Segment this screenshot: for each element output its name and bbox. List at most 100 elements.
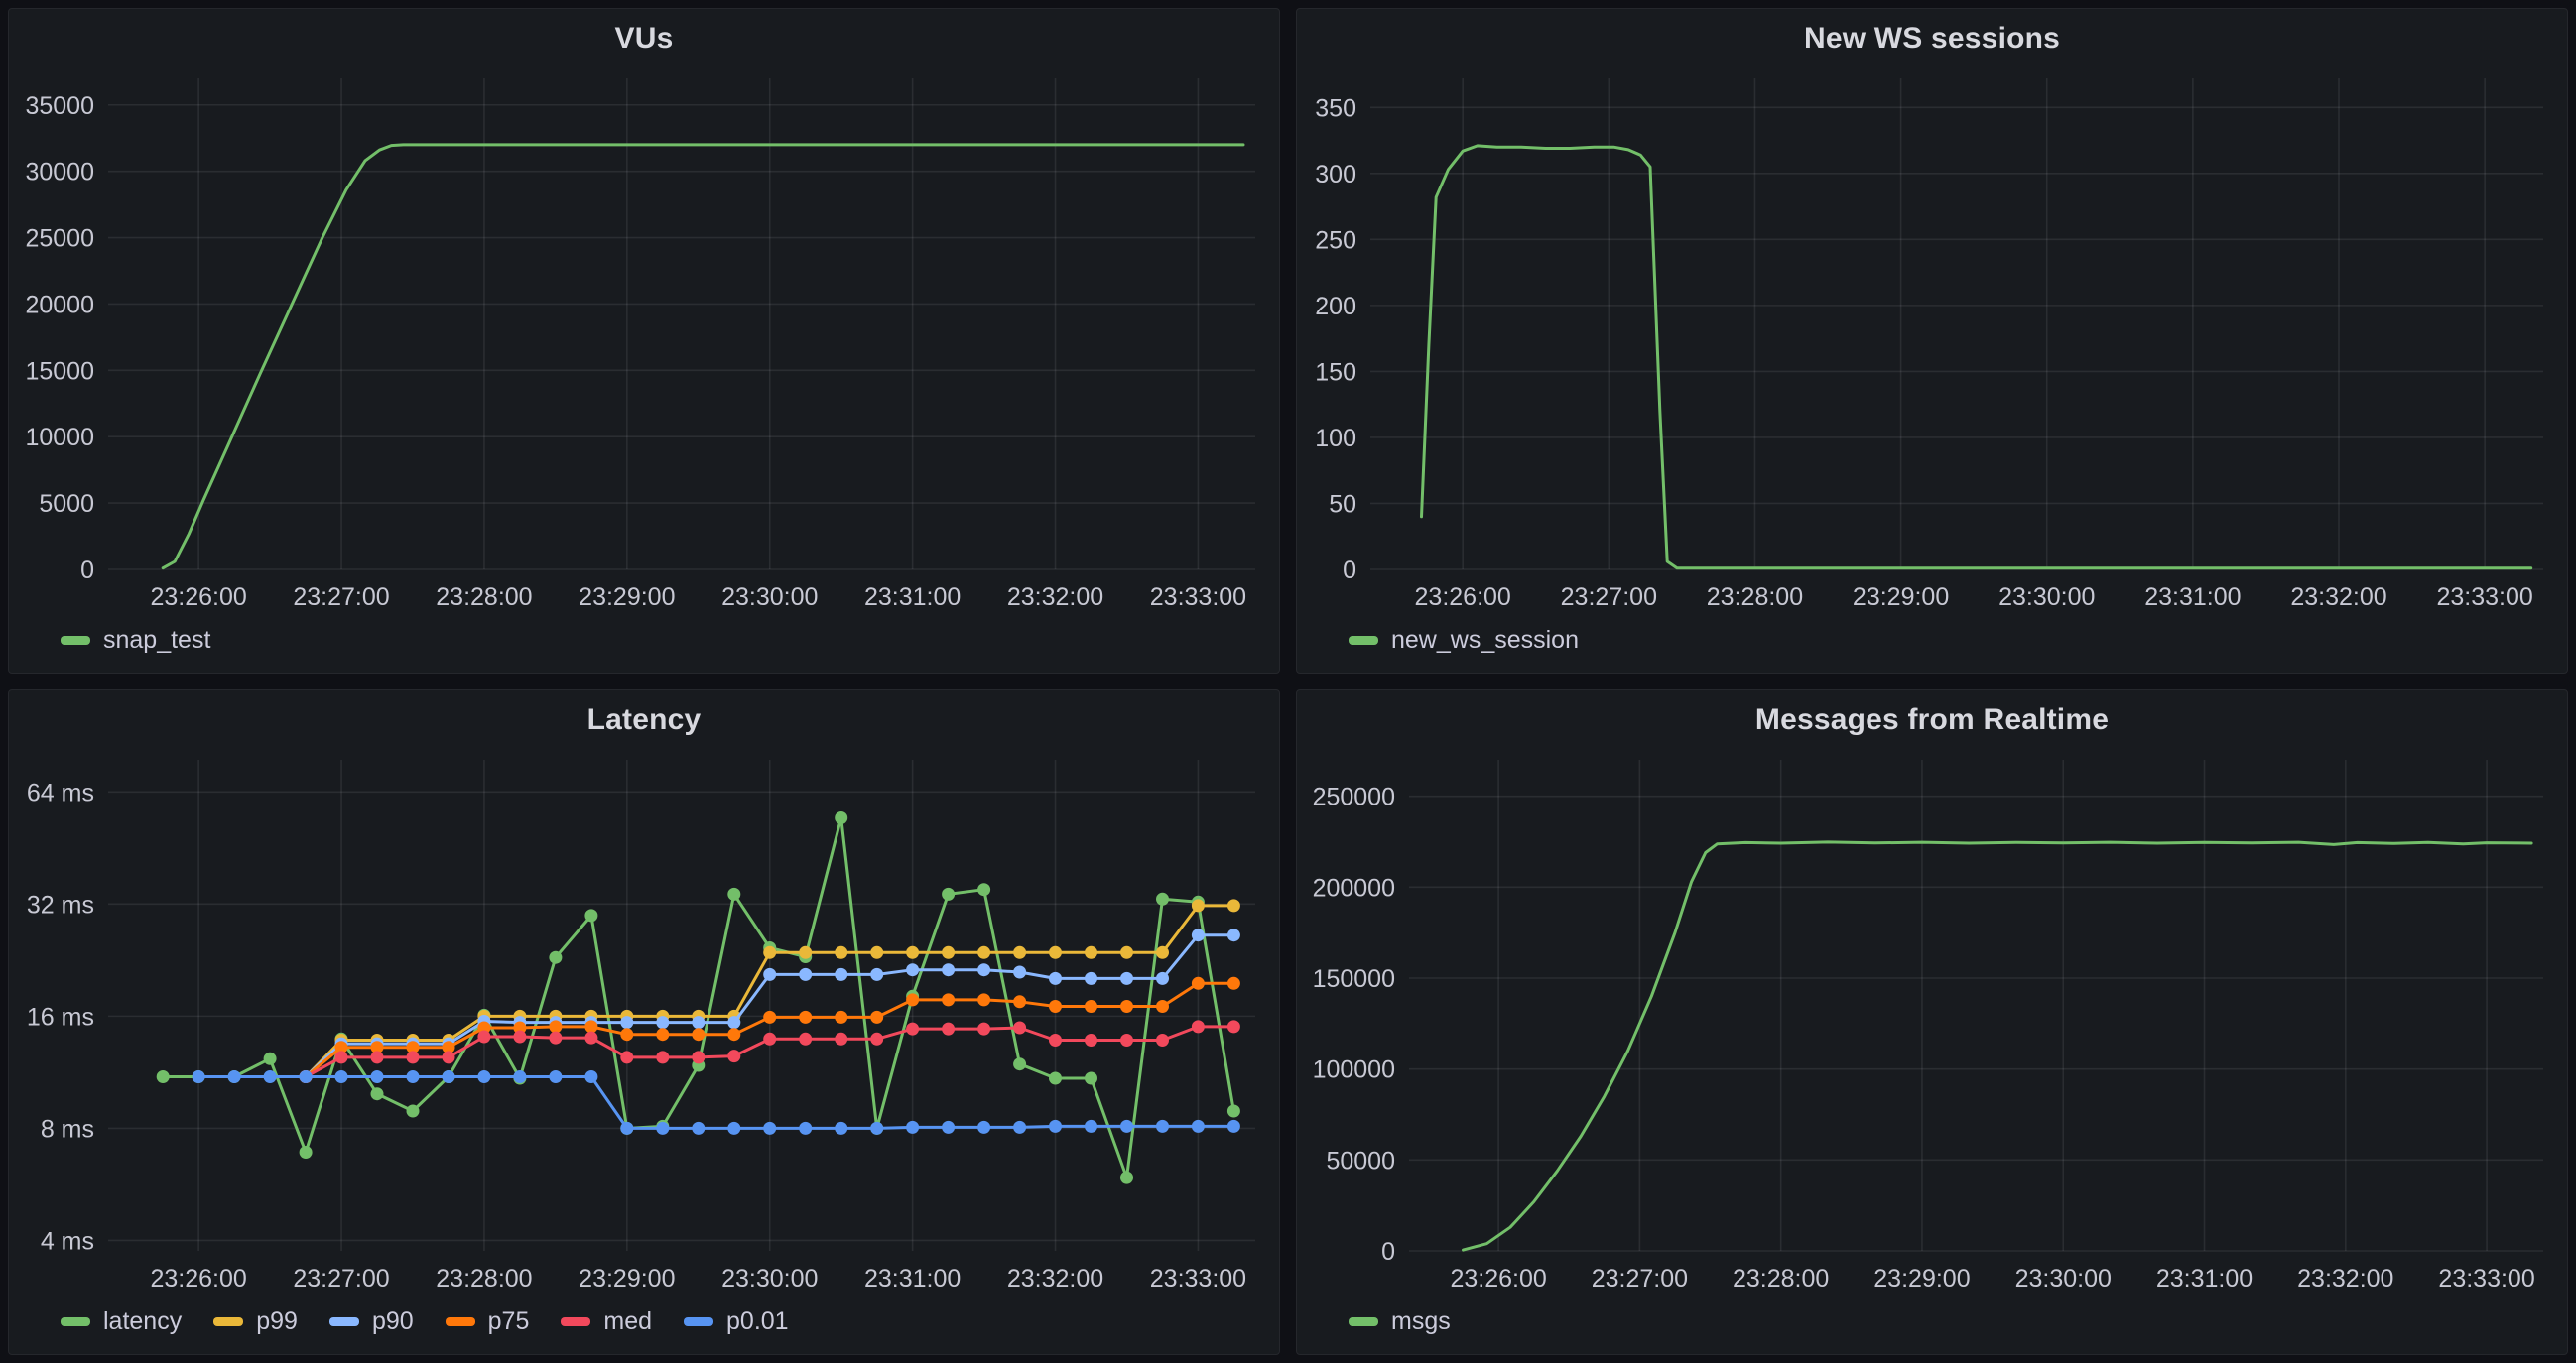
x-tick-label: 23:29:00 [1853, 583, 1949, 611]
grafana-dashboard: VUs 23:26:00 23:27:00 23:28:00 23:29:00 23:3… [0, 0, 2576, 1363]
x-tick-label: 23:28:00 [436, 583, 532, 611]
panel-new-ws-sessions: New WS sessions 23:26:00 23:27:00 23:28:00… [1296, 8, 2568, 674]
y-tick-label: 20000 [25, 291, 94, 318]
x-tick-label: 23:29:00 [1873, 1265, 1970, 1293]
legend-label: msgs [1391, 1307, 1451, 1336]
new-ws-sessions-plot-area[interactable]: 23:26:00 23:27:00 23:28:00 23:29:00 23:30:00… [1297, 62, 2567, 615]
x-tick-label: 23:33:00 [1150, 1265, 1246, 1293]
y-tick-label: 250 [1315, 226, 1356, 254]
legend-label: p0.01 [726, 1307, 789, 1336]
legend-swatch [61, 636, 90, 645]
x-tick-label: 23:28:00 [436, 1265, 532, 1293]
y-tick-label: 35000 [25, 92, 94, 120]
x-tick-label: 23:32:00 [1007, 583, 1103, 611]
vus-plot-area[interactable]: 23:26:0023:27:0023:28:0023:29:0023:30:00… [9, 62, 1279, 615]
vus-legend: snap_test [9, 615, 1279, 673]
legend-item-p0.01[interactable]: p0.01 [684, 1307, 789, 1336]
y-tick-label: 4 ms [41, 1227, 94, 1255]
y-tick-label: 25000 [25, 225, 94, 253]
y-tick-label: 5000 [39, 490, 94, 518]
x-tick-label: 23:31:00 [864, 1265, 961, 1293]
x-tick-label: 23:26:00 [1450, 1265, 1546, 1293]
legend-item-latency[interactable]: latency [61, 1307, 182, 1336]
legend-item-p99[interactable]: p99 [213, 1307, 298, 1336]
legend-swatch [684, 1317, 713, 1326]
legend-label: latency [103, 1307, 182, 1336]
latency-plot-area[interactable]: 23:26:0023:27:0023:28:0023:29:0023:30:00… [9, 744, 1279, 1297]
y-tick-label: 50 [1329, 490, 1356, 518]
x-tick-label: 23:27:00 [1561, 583, 1657, 611]
legend-item-snap_test[interactable]: snap_test [61, 626, 210, 655]
chart-canvas: 23:26:00 23:27:00 23:28:00 23:29:00 23:30:00… [1297, 744, 2567, 1297]
legend-label: new_ws_session [1391, 626, 1579, 655]
x-tick-label: 23:33:00 [2438, 1265, 2534, 1293]
legend-item-p90[interactable]: p90 [329, 1307, 414, 1336]
y-tick-label: 0 [1381, 1238, 1395, 1266]
x-tick-label: 23:29:00 [579, 1265, 675, 1293]
y-tick-label: 100000 [1313, 1056, 1395, 1084]
y-tick-label: 100 [1315, 425, 1356, 452]
y-tick-label: 300 [1315, 161, 1356, 188]
y-tick-label: 0 [80, 557, 94, 584]
panel-title-new-ws-sessions[interactable]: New WS sessions [1297, 9, 2567, 62]
series-line-new_ws_session [1422, 146, 2531, 568]
y-tick-label: 150000 [1313, 965, 1395, 993]
y-tick-label: 150 [1315, 358, 1356, 386]
messages-from-realtime-plot-area[interactable]: 23:26:00 23:27:00 23:28:00 23:29:00 23:30:00… [1297, 744, 2567, 1297]
x-tick-label: 23:33:00 [1150, 583, 1246, 611]
y-tick-label: 10000 [25, 424, 94, 451]
panel-title-vus[interactable]: VUs [9, 9, 1279, 62]
y-tick-label: 50000 [1326, 1147, 1395, 1175]
x-tick-label: 23:26:00 [150, 1265, 246, 1293]
chart-canvas: 23:26:0023:27:0023:28:0023:29:0023:30:00… [9, 744, 1279, 1297]
x-tick-label: 23:26:00 [1415, 583, 1511, 611]
x-tick-label: 23:28:00 [1707, 583, 1803, 611]
panel-latency: Latency 23:26:00 23:27:00 23:28:00 23:29:00… [8, 689, 1280, 1355]
x-tick-label: 23:29:00 [579, 583, 675, 611]
legend-swatch [1349, 1317, 1378, 1326]
legend-label: med [603, 1307, 652, 1336]
y-tick-label: 200000 [1313, 874, 1395, 902]
legend-label: p75 [488, 1307, 530, 1336]
y-tick-label: 8 ms [41, 1115, 94, 1143]
panel-vus: VUs 23:26:0023:27:0023:28:0023:29:0023:3… [8, 8, 1280, 674]
y-tick-label: 350 [1315, 94, 1356, 122]
legend-swatch [561, 1317, 590, 1326]
legend-label: p90 [372, 1307, 414, 1336]
x-tick-label: 23:31:00 [864, 583, 961, 611]
panel-title-messages-from-realtime[interactable]: Messages from Realtime [1297, 690, 2567, 744]
panel-title-latency[interactable]: Latency [9, 690, 1279, 744]
x-tick-label: 23:27:00 [293, 1265, 389, 1293]
x-tick-label: 23:32:00 [2297, 1265, 2393, 1293]
legend-swatch [1349, 636, 1378, 645]
messages-from-realtime-legend: msgs [1297, 1297, 2567, 1354]
legend-swatch [213, 1317, 243, 1326]
x-tick-label: 23:33:00 [2436, 583, 2532, 611]
x-tick-label: 23:27:00 [293, 583, 389, 611]
x-tick-label: 23:27:00 [1592, 1265, 1688, 1293]
y-tick-label: 64 ms [27, 779, 94, 806]
series-line-snap_test [163, 145, 1243, 568]
legend-label: p99 [256, 1307, 298, 1336]
y-tick-label: 32 ms [27, 891, 94, 919]
x-tick-label: 23:30:00 [2015, 1265, 2112, 1293]
x-tick-label: 23:28:00 [1733, 1265, 1829, 1293]
legend-swatch [61, 1317, 90, 1326]
legend-item-med[interactable]: med [561, 1307, 652, 1336]
x-tick-label: 23:30:00 [1998, 583, 2095, 611]
x-tick-label: 23:31:00 [2156, 1265, 2253, 1293]
chart-canvas: 23:26:0023:27:0023:28:0023:29:0023:30:00… [9, 62, 1279, 615]
y-tick-label: 16 ms [27, 1003, 94, 1031]
x-tick-label: 23:32:00 [1007, 1265, 1103, 1293]
panel-messages-from-realtime: Messages from Realtime 23:26:0023:27:002… [1296, 689, 2568, 1355]
x-tick-label: 23:32:00 [2290, 583, 2386, 611]
legend-label: snap_test [103, 626, 210, 655]
legend-item-msgs[interactable]: msgs [1349, 1307, 1451, 1336]
y-tick-label: 250000 [1313, 784, 1395, 811]
legend-item-new_ws_session[interactable]: new_ws_session [1349, 626, 1579, 655]
y-tick-label: 0 [1343, 557, 1356, 584]
y-tick-label: 200 [1315, 293, 1356, 320]
latency-legend: latency p99 p90 p75 med p0.01 [9, 1297, 1279, 1354]
y-tick-label: 30000 [25, 159, 94, 186]
legend-item-p75[interactable]: p75 [446, 1307, 530, 1336]
